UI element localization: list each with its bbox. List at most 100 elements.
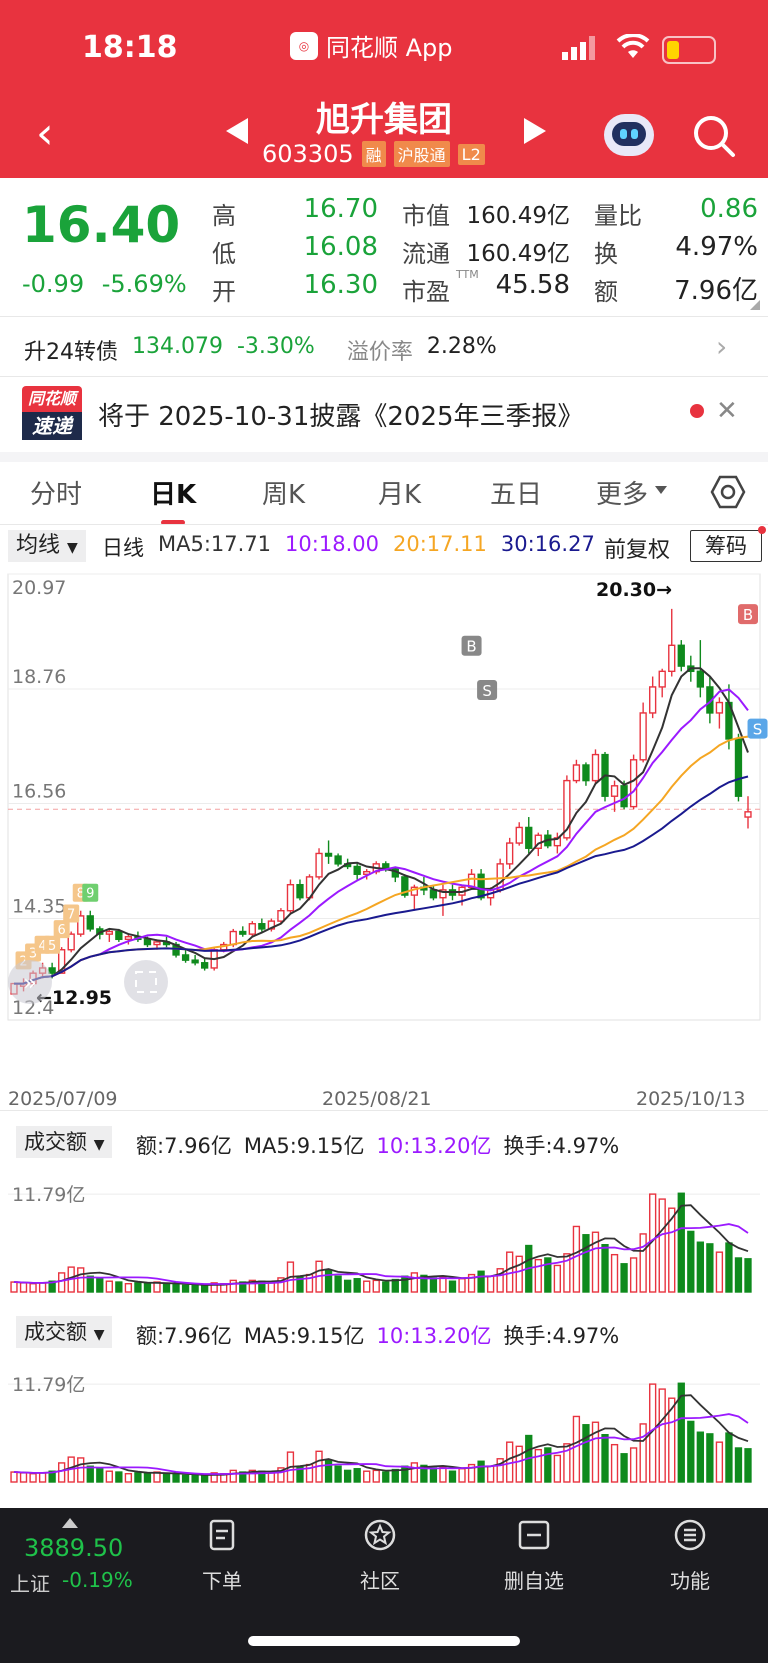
volume-bar	[582, 1424, 590, 1483]
volume-bar	[19, 1282, 28, 1293]
open-label: 开	[212, 278, 236, 306]
volume-bar	[401, 1465, 409, 1483]
tag-margin: 融	[361, 141, 386, 167]
volume-bar	[553, 1454, 562, 1483]
volume-bar	[200, 1475, 209, 1483]
tab-weekly-k[interactable]: 周K	[262, 474, 305, 511]
candle-body	[477, 873, 485, 899]
volume-bar	[629, 1447, 638, 1483]
volume-bar	[410, 1272, 419, 1293]
candle-body	[239, 930, 247, 935]
prev-stock-icon[interactable]	[226, 118, 248, 144]
candle-body	[115, 930, 123, 941]
assistant-robot-icon[interactable]	[604, 114, 654, 156]
trade-signal-label: S	[753, 721, 763, 739]
volume-bar	[334, 1465, 342, 1483]
volume-bar	[143, 1283, 152, 1293]
nav-functions[interactable]: 功能	[640, 1518, 740, 1594]
nav-remove-watchlist[interactable]: 删自选	[484, 1518, 584, 1594]
tab-daily-k[interactable]: 日K	[150, 474, 196, 511]
volume-bar	[200, 1285, 209, 1293]
volume-bar	[448, 1470, 457, 1483]
volume-bar	[601, 1434, 609, 1483]
search-icon[interactable]	[692, 114, 736, 158]
news-headline[interactable]: 将于 2025-10-31披露《2025年三季报》	[98, 396, 584, 433]
nav-community-label: 社区	[360, 1569, 400, 1593]
volume-bar	[410, 1462, 419, 1483]
volume-bar	[477, 1460, 485, 1483]
chevron-right-icon[interactable]: ›	[716, 330, 727, 363]
volume-y-label: 11.79亿	[12, 1374, 85, 1396]
tab-five-day[interactable]: 五日	[490, 474, 542, 511]
td-count-label: 5	[48, 939, 56, 954]
divider	[0, 1110, 768, 1111]
volume-ma10: 10:13.20亿	[376, 1134, 492, 1158]
ma20-value: 20:17.11	[392, 532, 487, 556]
volume-bar	[38, 1472, 47, 1483]
bottom-bar: 3889.50 上证 -0.19% 下单 社区 删自选 功能	[0, 1508, 768, 1663]
candle-body	[229, 930, 237, 946]
nav-order[interactable]: 下单	[172, 1518, 272, 1594]
index-change: -0.19%	[62, 1568, 133, 1592]
next-stock-icon[interactable]	[524, 118, 546, 144]
volume-ma10: 10:13.20亿	[376, 1324, 492, 1348]
volume-bar	[572, 1415, 581, 1483]
indicator-selector[interactable]: 均线 ▼	[8, 530, 86, 562]
tag-l2: L2	[457, 143, 485, 165]
status-time: 18:18	[82, 30, 178, 65]
wifi-icon	[616, 34, 650, 58]
volume-bar	[610, 1253, 619, 1293]
volume-bar	[38, 1282, 47, 1293]
candle-body	[734, 738, 743, 797]
app-name: 同花顺 App	[326, 34, 453, 62]
volume-bar	[458, 1278, 466, 1293]
y-axis-label: 20.97	[12, 577, 66, 599]
volume-indicator-selector-2[interactable]: 成交额 ▼	[16, 1316, 113, 1348]
volume-bar	[382, 1471, 390, 1483]
volume-bar	[658, 1388, 666, 1483]
tab-intraday[interactable]: 分时	[30, 474, 82, 511]
caret-down-icon	[655, 486, 667, 494]
code-row: 603305 融 沪股通 L2	[262, 140, 485, 168]
y-axis-label: 14.35	[12, 896, 66, 918]
volume-bar	[696, 1431, 704, 1483]
candle-body	[668, 644, 676, 673]
tab-monthly-k[interactable]: 月K	[378, 474, 421, 511]
pe-value: 45.58	[495, 270, 570, 300]
volume-bar	[324, 1459, 333, 1483]
signal-icon	[562, 36, 595, 60]
adjust-mode-button[interactable]: 前复权	[604, 532, 670, 564]
volratio-label: 量比	[594, 202, 642, 230]
volume-bar	[744, 1448, 752, 1483]
candle-body	[86, 915, 94, 930]
premium-value: 2.28%	[426, 334, 497, 359]
volume-y-label: 11.79亿	[12, 1184, 85, 1206]
unread-dot	[690, 404, 704, 418]
nav-remove-label: 删自选	[504, 1569, 564, 1593]
nav-community[interactable]: 社区	[330, 1518, 430, 1594]
index-value[interactable]: 3889.50	[24, 1534, 123, 1562]
kline-chart[interactable]: 20.9718.7616.5614.3512.420.30→←12.95BSBS…	[0, 566, 768, 1086]
volume-chart[interactable]: 11.79亿	[0, 1162, 768, 1296]
volume-bar	[267, 1472, 276, 1483]
td-count-label: 6	[58, 923, 66, 938]
volume-bar	[725, 1432, 733, 1483]
volume-bar	[77, 1457, 85, 1483]
chart-frame	[7, 573, 761, 1021]
tab-more[interactable]: 更多	[596, 474, 648, 511]
volume-indicator-selector[interactable]: 成交额 ▼	[16, 1126, 113, 1158]
volume-chart-2[interactable]: 11.79亿	[0, 1352, 768, 1486]
app-badge: ◎ 同花顺 App	[290, 28, 453, 63]
chips-button[interactable]: 筹码	[690, 530, 762, 562]
volume-bar	[458, 1468, 466, 1483]
volume-bar	[353, 1468, 361, 1483]
volume-bar	[715, 1251, 724, 1293]
convertible-bond-row[interactable]: 升24转债 134.079 -3.30% 溢价率 2.28%	[24, 334, 497, 366]
caret-up-icon[interactable]	[62, 1518, 78, 1528]
low-label: 低	[212, 240, 236, 268]
volume-bar	[639, 1233, 647, 1293]
close-icon[interactable]: ✕	[716, 396, 738, 426]
expand-corner-icon[interactable]	[750, 300, 760, 310]
settings-hex-icon[interactable]	[710, 474, 746, 510]
volume-bar	[477, 1270, 485, 1293]
